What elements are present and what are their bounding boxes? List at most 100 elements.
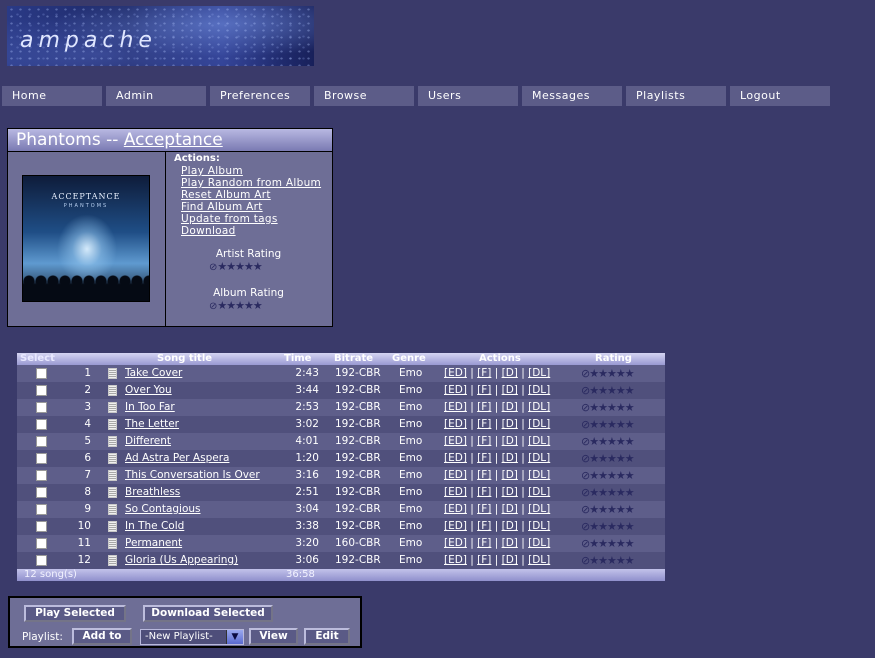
song-info-icon[interactable]	[108, 504, 117, 515]
song-rating-stars[interactable]: ⊘★★★★★	[581, 416, 635, 433]
star-icon[interactable]: ★	[607, 486, 617, 499]
star-icon[interactable]: ★	[616, 367, 626, 380]
action-dl-link[interactable]: [DL]	[528, 401, 550, 413]
star-icon[interactable]: ★	[625, 554, 635, 567]
clear-rating-icon[interactable]: ⊘	[581, 367, 590, 380]
star-icon[interactable]: ★	[616, 469, 626, 482]
action-play-random-from-album[interactable]: Play Random from Album	[181, 177, 321, 189]
star-icon[interactable]: ★	[598, 367, 608, 380]
action-f-link[interactable]: [F]	[477, 520, 491, 532]
nav-logout[interactable]: Logout	[730, 86, 830, 106]
song-rating-stars[interactable]: ⊘★★★★★	[581, 399, 635, 416]
clear-rating-icon[interactable]: ⊘	[209, 262, 217, 273]
star-icon[interactable]: ★	[217, 299, 227, 312]
action-d-link[interactable]: [D]	[502, 486, 518, 498]
view-playlist-button[interactable]: View	[249, 628, 298, 645]
action-update-from-tags[interactable]: Update from tags	[181, 213, 278, 225]
song-rating-stars[interactable]: ⊘★★★★★	[581, 450, 635, 467]
song-title-link[interactable]: Over You	[125, 382, 172, 399]
star-icon[interactable]: ★	[607, 520, 617, 533]
song-rating-stars[interactable]: ⊘★★★★★	[581, 467, 635, 484]
star-icon[interactable]: ★	[589, 435, 599, 448]
action-ed-link[interactable]: [ED]	[444, 401, 467, 413]
song-info-icon[interactable]	[108, 436, 117, 447]
playlist-select[interactable]: -New Playlist- ▼	[140, 629, 244, 645]
star-icon[interactable]: ★	[607, 367, 617, 380]
action-d-link[interactable]: [D]	[502, 537, 518, 549]
action-f-link[interactable]: [F]	[477, 401, 491, 413]
song-title-link[interactable]: This Conversation Is Over	[125, 467, 260, 484]
song-rating-stars[interactable]: ⊘★★★★★	[581, 433, 635, 450]
action-ed-link[interactable]: [ED]	[444, 503, 467, 515]
song-info-icon[interactable]	[108, 487, 117, 498]
star-icon[interactable]: ★	[625, 418, 635, 431]
nav-browse[interactable]: Browse	[314, 86, 414, 106]
clear-rating-icon[interactable]: ⊘	[581, 418, 590, 431]
star-icon[interactable]: ★	[607, 554, 617, 567]
action-reset-album-art[interactable]: Reset Album Art	[181, 189, 271, 201]
action-d-link[interactable]: [D]	[502, 452, 518, 464]
star-icon[interactable]: ★	[625, 435, 635, 448]
song-info-icon[interactable]	[108, 470, 117, 481]
song-select-checkbox[interactable]	[36, 521, 47, 532]
download-selected-button[interactable]: Download Selected	[143, 605, 273, 622]
action-d-link[interactable]: [D]	[502, 367, 518, 379]
song-rating-stars[interactable]: ⊘★★★★★	[581, 535, 635, 552]
add-to-playlist-button[interactable]: Add to	[72, 628, 132, 645]
action-d-link[interactable]: [D]	[502, 520, 518, 532]
action-dl-link[interactable]: [DL]	[528, 520, 550, 532]
star-icon[interactable]: ★	[625, 401, 635, 414]
star-icon[interactable]: ★	[607, 537, 617, 550]
song-info-icon[interactable]	[108, 385, 117, 396]
star-icon[interactable]: ★	[253, 299, 263, 312]
song-title-link[interactable]: Gloria (Us Appearing)	[125, 552, 238, 569]
song-rating-stars[interactable]: ⊘★★★★★	[581, 382, 635, 399]
song-select-checkbox[interactable]	[36, 402, 47, 413]
star-icon[interactable]: ★	[616, 554, 626, 567]
song-select-checkbox[interactable]	[36, 368, 47, 379]
action-f-link[interactable]: [F]	[477, 452, 491, 464]
star-icon[interactable]: ★	[616, 384, 626, 397]
action-dl-link[interactable]: [DL]	[528, 554, 550, 566]
action-dl-link[interactable]: [DL]	[528, 452, 550, 464]
artist-rating-stars[interactable]: ⊘★★★★★	[209, 260, 263, 273]
action-dl-link[interactable]: [DL]	[528, 435, 550, 447]
action-f-link[interactable]: [F]	[477, 384, 491, 396]
action-f-link[interactable]: [F]	[477, 554, 491, 566]
action-ed-link[interactable]: [ED]	[444, 452, 467, 464]
star-icon[interactable]: ★	[598, 384, 608, 397]
star-icon[interactable]: ★	[589, 554, 599, 567]
clear-rating-icon[interactable]: ⊘	[581, 537, 590, 550]
song-title-link[interactable]: In Too Far	[125, 399, 175, 416]
song-info-icon[interactable]	[108, 419, 117, 430]
star-icon[interactable]: ★	[598, 520, 608, 533]
star-icon[interactable]: ★	[607, 503, 617, 516]
star-icon[interactable]: ★	[607, 469, 617, 482]
star-icon[interactable]: ★	[598, 452, 608, 465]
action-dl-link[interactable]: [DL]	[528, 537, 550, 549]
nav-playlists[interactable]: Playlists	[626, 86, 726, 106]
star-icon[interactable]: ★	[616, 537, 626, 550]
song-rating-stars[interactable]: ⊘★★★★★	[581, 365, 635, 382]
nav-preferences[interactable]: Preferences	[210, 86, 310, 106]
action-find-album-art[interactable]: Find Album Art	[181, 201, 263, 213]
action-d-link[interactable]: [D]	[502, 401, 518, 413]
action-dl-link[interactable]: [DL]	[528, 469, 550, 481]
song-select-checkbox[interactable]	[36, 555, 47, 566]
song-title-link[interactable]: Ad Astra Per Aspera	[125, 450, 229, 467]
action-ed-link[interactable]: [ED]	[444, 486, 467, 498]
star-icon[interactable]: ★	[253, 260, 263, 273]
song-title-link[interactable]: The Letter	[125, 416, 179, 433]
song-title-link[interactable]: Breathless	[125, 484, 180, 501]
action-download[interactable]: Download	[181, 225, 236, 237]
clear-rating-icon[interactable]: ⊘	[581, 401, 590, 414]
album-art-image[interactable]: ACCEPTANCE PHANTOMS	[22, 175, 150, 302]
action-ed-link[interactable]: [ED]	[444, 554, 467, 566]
action-dl-link[interactable]: [DL]	[528, 486, 550, 498]
song-info-icon[interactable]	[108, 402, 117, 413]
star-icon[interactable]: ★	[616, 435, 626, 448]
action-ed-link[interactable]: [ED]	[444, 537, 467, 549]
song-rating-stars[interactable]: ⊘★★★★★	[581, 501, 635, 518]
star-icon[interactable]: ★	[226, 260, 236, 273]
star-icon[interactable]: ★	[598, 554, 608, 567]
